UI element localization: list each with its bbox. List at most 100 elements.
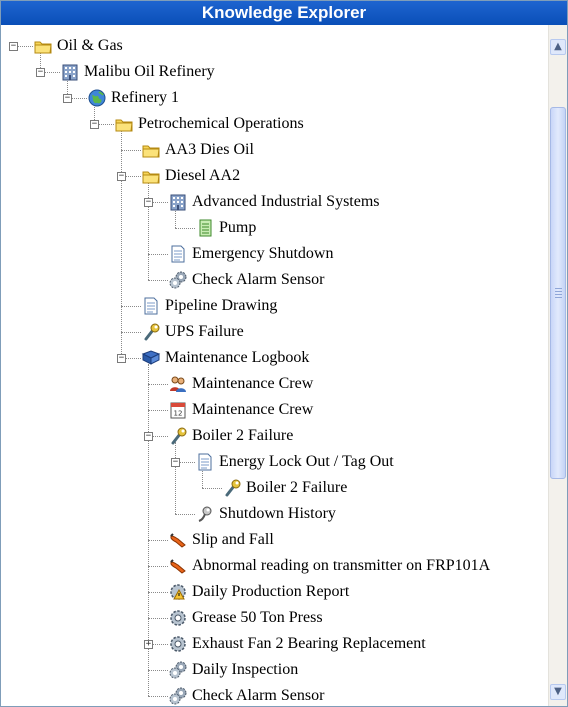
collapse-toggle[interactable]: − [90, 120, 99, 129]
collapse-toggle[interactable]: − [144, 198, 153, 207]
tree-node-label: Slip and Fall [192, 531, 274, 548]
vertical-scrollbar[interactable]: ▲ ▼ [548, 25, 567, 706]
scroll-down-button[interactable]: ▼ [550, 684, 566, 700]
tree-connector-line [148, 410, 168, 411]
tree-node[interactable]: AA3 Dies Oil [141, 137, 254, 163]
tree-node-label: Energy Lock Out / Tag Out [219, 453, 394, 470]
tree-node-label: Maintenance Crew [192, 401, 314, 418]
tree-node[interactable]: Malibu Oil Refinery [60, 59, 215, 85]
tree-node[interactable]: UPS Failure [141, 319, 244, 345]
tree-node[interactable]: Check Alarm Sensor [168, 267, 324, 293]
tree-node-label: Diesel AA2 [165, 167, 241, 184]
tree-connector-line [148, 254, 168, 255]
knowledge-tree: − Oil & Gas − Malibu Oil Refinery − Refinery … [1, 25, 549, 706]
wrench-icon [168, 426, 188, 446]
tree-node-label: Maintenance Crew [192, 375, 314, 392]
tree-connector-line [175, 514, 195, 515]
wrench-icon [141, 322, 161, 342]
tree-connector-line [148, 540, 168, 541]
incident-icon [168, 556, 188, 576]
tree-node[interactable]: Advanced Industrial Systems [168, 189, 380, 215]
document-icon [168, 244, 188, 264]
calendar-icon: 12 [168, 400, 188, 420]
tree-node[interactable]: Boiler 2 Failure [168, 423, 293, 449]
tree-node[interactable]: Boiler 2 Failure [222, 475, 347, 501]
tree-node-label: Check Alarm Sensor [192, 687, 325, 704]
collapse-toggle[interactable]: − [117, 354, 126, 363]
folder-icon [141, 140, 161, 160]
tree-node-label: Abnormal reading on transmitter on FRP10… [192, 557, 491, 574]
collapse-toggle[interactable]: − [144, 432, 153, 441]
globe-icon [87, 88, 107, 108]
tree-node[interactable]: Maintenance Crew [168, 371, 313, 397]
tree-connector-line [148, 566, 168, 567]
tree-node[interactable]: Refinery 1 [87, 85, 179, 111]
tree-node[interactable]: Check Alarm Sensor [168, 683, 324, 706]
tree-node-label: Daily Production Report [192, 583, 350, 600]
tree-node-label: Maintenance Logbook [165, 349, 310, 366]
tree-node-label: Refinery 1 [111, 89, 179, 106]
collapse-toggle[interactable]: − [171, 458, 180, 467]
scroll-up-button[interactable]: ▲ [550, 39, 566, 55]
tree-node-label: Grease 50 Ton Press [192, 609, 323, 626]
svg-text:12: 12 [174, 410, 183, 418]
wrench-icon [222, 478, 242, 498]
building-icon [60, 62, 80, 82]
tree-connector-line [148, 618, 168, 619]
tree-connector-line [121, 150, 141, 151]
tree-connector-line [148, 384, 168, 385]
tree-node[interactable]: Emergency Shutdown [168, 241, 333, 267]
tree-node[interactable]: Shutdown History [195, 501, 336, 527]
knowledge-explorer-panel: Knowledge Explorer − Oil & Gas − Malibu Oil… [0, 0, 568, 707]
expand-toggle[interactable]: + [144, 640, 153, 649]
tree-node-label: Advanced Industrial Systems [192, 193, 380, 210]
incident-icon [168, 530, 188, 550]
panel-title: Knowledge Explorer [1, 1, 567, 25]
tree-node-label: Pipeline Drawing [165, 297, 278, 314]
gears-icon [168, 660, 188, 680]
tree-node-label: Pump [219, 219, 257, 236]
tree-node-label: Petrochemical Operations [138, 115, 304, 132]
tree-connector-line [121, 306, 141, 307]
gears-icon [168, 270, 188, 290]
scrollbar-thumb[interactable] [550, 107, 566, 479]
tree-node[interactable]: Daily Inspection [168, 657, 298, 683]
tree-connector-line [175, 442, 176, 514]
tree-connector-line [175, 228, 195, 229]
equipment-icon [195, 218, 215, 238]
people-icon [168, 374, 188, 394]
tree-node-label: Malibu Oil Refinery [84, 63, 215, 80]
tree-node[interactable]: Maintenance Logbook [141, 345, 309, 371]
tree-node[interactable]: Energy Lock Out / Tag Out [195, 449, 394, 475]
folder-icon [114, 114, 134, 134]
tree-node[interactable]: Diesel AA2 [141, 163, 240, 189]
tree-node[interactable]: Slip and Fall [168, 527, 274, 553]
tree-node[interactable]: 12 Maintenance Crew [168, 397, 313, 423]
gear-warning-icon [168, 582, 188, 602]
collapse-toggle[interactable]: − [63, 94, 72, 103]
document-icon [195, 452, 215, 472]
tree-node-label: Exhaust Fan 2 Bearing Replacement [192, 635, 426, 652]
tree-connector-line [148, 696, 168, 697]
tree-connector-line [121, 332, 141, 333]
tree-node[interactable]: Grease 50 Ton Press [168, 605, 323, 631]
tree-node[interactable]: Oil & Gas [33, 33, 123, 59]
tree-connector-line [202, 488, 222, 489]
tree-node[interactable]: Petrochemical Operations [114, 111, 304, 137]
tree-node-label: Check Alarm Sensor [192, 271, 325, 288]
collapse-toggle[interactable]: − [36, 68, 45, 77]
tree-node[interactable]: Pipeline Drawing [141, 293, 277, 319]
gears-icon [168, 686, 188, 706]
tree-connector-line [121, 130, 122, 358]
collapse-toggle[interactable]: − [9, 42, 18, 51]
tree-node[interactable]: Exhaust Fan 2 Bearing Replacement [168, 631, 426, 657]
collapse-toggle[interactable]: − [117, 172, 126, 181]
tree-node[interactable]: Pump [195, 215, 256, 241]
tree-node[interactable]: Abnormal reading on transmitter on FRP10… [168, 553, 490, 579]
document-icon [141, 296, 161, 316]
tree-node-label: UPS Failure [165, 323, 244, 340]
tree-node[interactable]: Daily Production Report [168, 579, 349, 605]
tree-node-label: Oil & Gas [57, 37, 123, 54]
folder-icon [33, 36, 53, 56]
tree-node-label: Daily Inspection [192, 661, 299, 678]
